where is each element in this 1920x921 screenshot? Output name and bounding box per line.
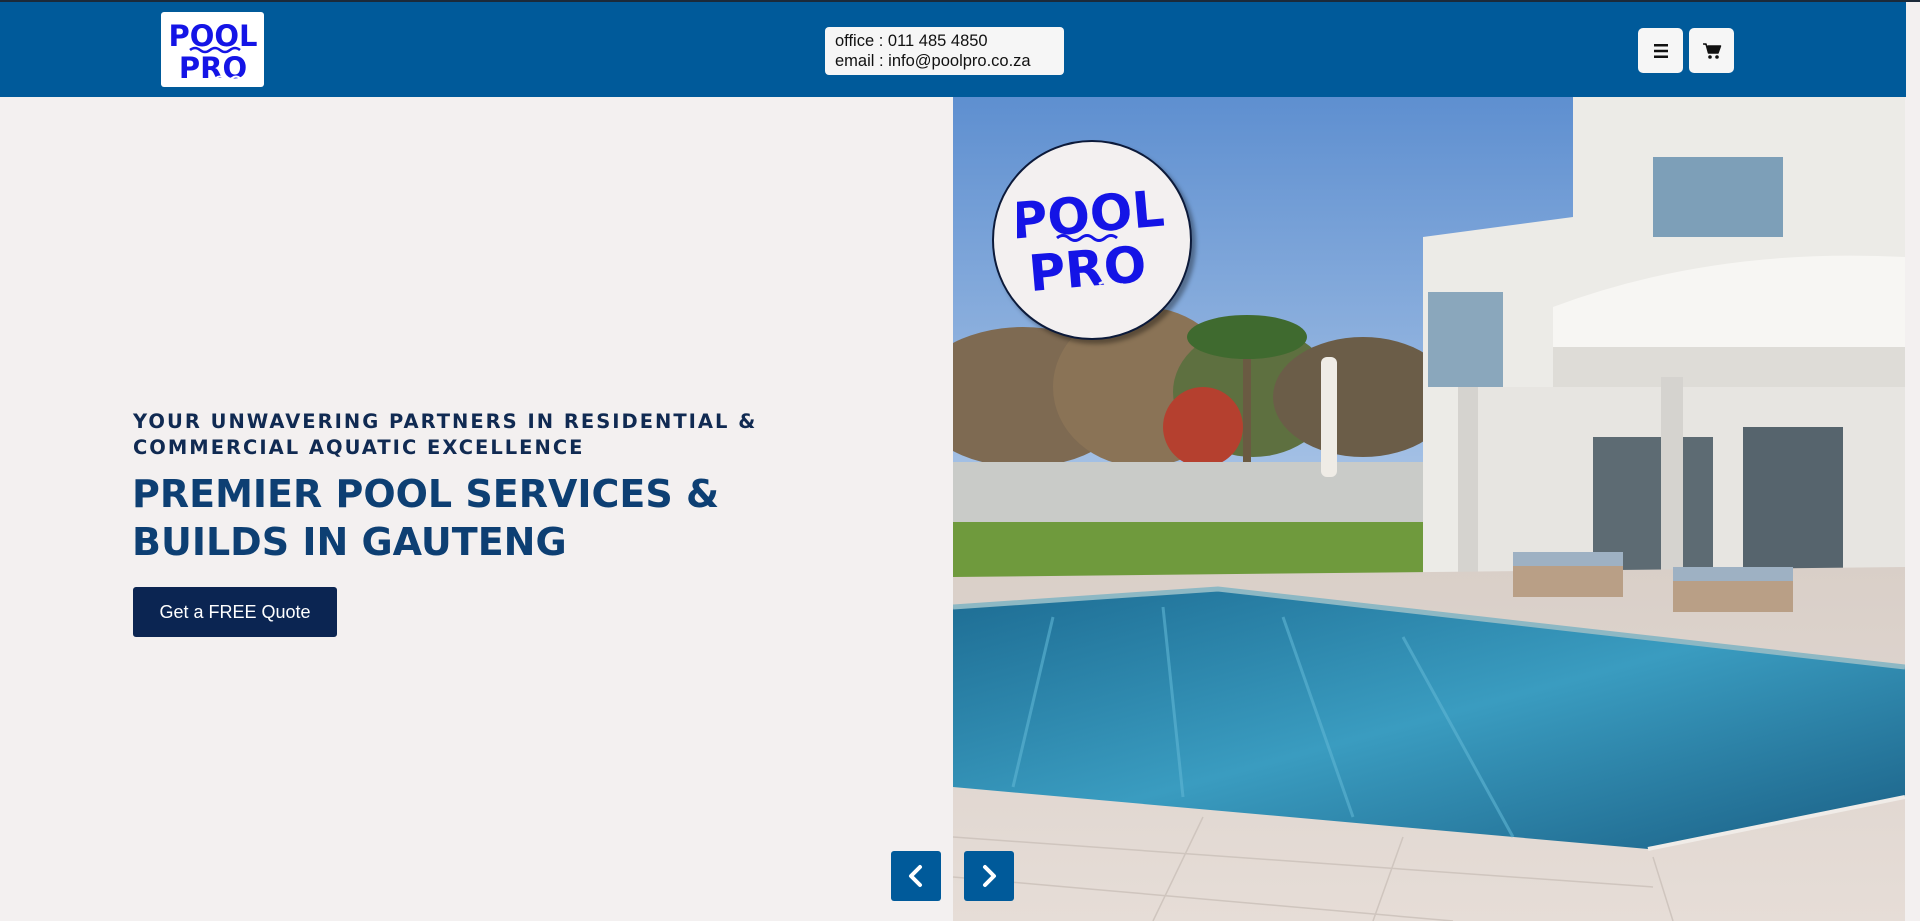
logo-line2: PRO [178,51,246,84]
hero-text-panel: YOUR UNWAVERING PARTNERS IN RESIDENTIAL … [0,97,953,921]
slider-next-button[interactable] [964,851,1014,901]
site-header: POOL PRO office : 011 485 4850 email : i… [0,2,1906,97]
chevron-right-icon [983,865,996,887]
hero-logo-badge: POOL PRO [992,140,1192,340]
hero-eyebrow: YOUR UNWAVERING PARTNERS IN RESIDENTIAL … [133,410,758,459]
free-quote-button[interactable]: Get a FREE Quote [133,587,337,637]
pool-pro-logo: POOL PRO [168,19,257,84]
hero-slider: YOUR UNWAVERING PARTNERS IN RESIDENTIAL … [0,97,1920,921]
hero-headline: PREMIER POOL SERVICES & BUILDS IN GAUTEN… [132,472,720,564]
cart-button[interactable] [1689,28,1734,73]
header-logo[interactable]: POOL PRO [161,12,264,87]
pool-pro-badge-logo: POOL PRO [1017,180,1167,300]
contact-email[interactable]: email : info@poolpro.co.za [835,51,1054,71]
chevron-left-icon [909,865,922,887]
badge-logo-line2: PRO [1026,235,1148,300]
cart-icon [1702,42,1721,59]
hamburger-icon [1653,43,1668,58]
menu-button[interactable] [1638,28,1683,73]
slider-prev-button[interactable] [891,851,941,901]
hero-image: POOL PRO [953,97,1905,921]
contact-info: office : 011 485 4850 email : info@poolp… [825,27,1064,75]
scrollbar-track[interactable] [1905,97,1920,921]
office-phone[interactable]: office : 011 485 4850 [835,31,1054,51]
